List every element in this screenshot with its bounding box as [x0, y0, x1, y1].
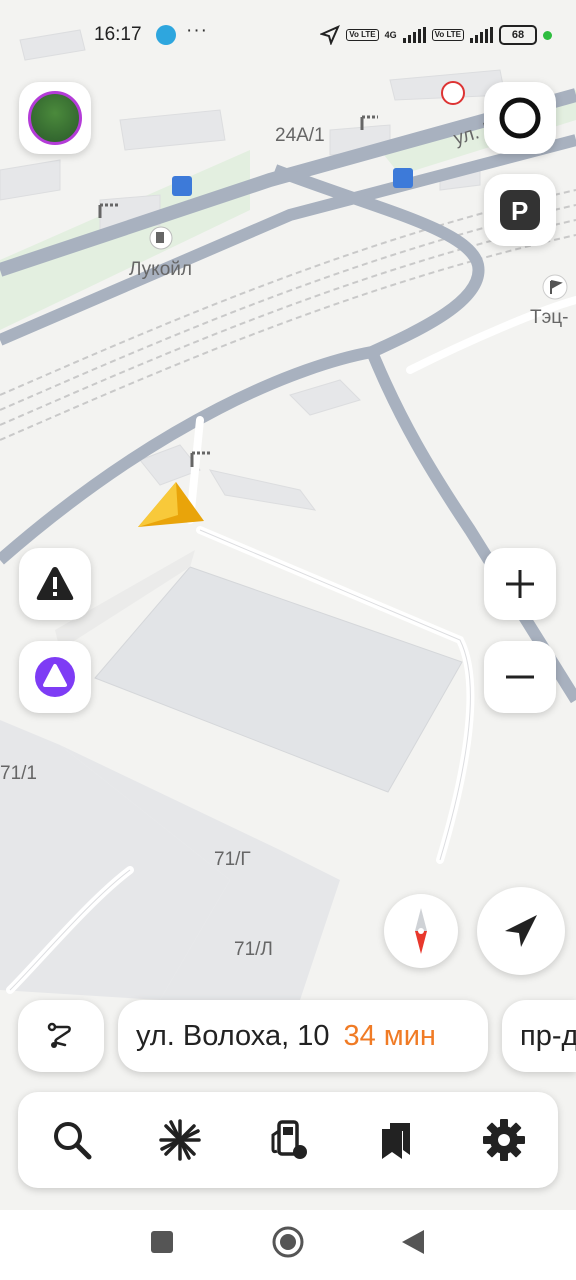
back-button-icon[interactable] — [400, 1228, 426, 1256]
gas-station-button[interactable] — [258, 1110, 318, 1170]
bottom-toolbar — [18, 1092, 558, 1188]
building-label-24a1: 24А/1 — [275, 125, 325, 146]
route-options-button[interactable] — [18, 1000, 104, 1072]
building-label-71l: 71/Л — [234, 939, 273, 960]
settings-button[interactable] — [474, 1110, 534, 1170]
alice-icon — [35, 657, 75, 697]
report-incident-button[interactable] — [19, 548, 91, 620]
location-icon — [320, 25, 341, 45]
my-location-button[interactable] — [477, 887, 565, 975]
more-notifications-icon: ··· — [186, 20, 208, 41]
route-address: ул. Волоха, 10 — [136, 1019, 330, 1052]
search-button[interactable] — [42, 1110, 102, 1170]
bookmarks-button[interactable] — [366, 1110, 426, 1170]
building-label-71-1: 71/1 — [0, 763, 37, 784]
navigation-arrow-icon — [505, 915, 537, 947]
network-type: 4G — [384, 30, 397, 40]
volte-icon-2: Vo LTE — [431, 29, 464, 41]
alice-assistant-button[interactable] — [19, 641, 91, 713]
parking-button[interactable]: P — [484, 174, 556, 246]
profile-avatar-button[interactable] — [19, 82, 91, 154]
telegram-icon — [156, 25, 176, 45]
route-chip-second[interactable]: пр-д — [502, 1000, 576, 1072]
building-label-71g: 71/Г — [214, 849, 251, 870]
compass-button[interactable] — [384, 894, 458, 968]
privacy-indicator-icon — [543, 30, 552, 40]
status-bar: 16:17 ··· Vo LTE 4G Vo LTE 68 — [0, 0, 576, 70]
poi-label-tets: Тэц- — [530, 307, 569, 328]
fuel-icon — [271, 1120, 307, 1159]
route-chip-volokha[interactable]: ул. Волоха, 10 34 мин — [118, 1000, 488, 1072]
battery-icon: 68 — [499, 25, 537, 45]
parking-icon: P — [500, 190, 540, 230]
poi-label-lukoil: Лукойл — [129, 259, 192, 280]
route-icon — [47, 1022, 71, 1048]
status-time: 16:17 — [94, 24, 142, 45]
layers-circle-icon — [499, 97, 541, 139]
recents-button-icon[interactable] — [150, 1230, 174, 1254]
discovery-button[interactable] — [150, 1110, 210, 1170]
svg-text:P: P — [511, 196, 528, 226]
home-button-icon[interactable] — [271, 1225, 305, 1259]
gear-icon — [483, 1119, 525, 1161]
signal-icon — [402, 27, 426, 43]
route-address-2: пр-д — [520, 1019, 576, 1052]
volte-icon: Vo LTE — [346, 29, 379, 41]
avatar — [28, 91, 82, 145]
sparkle-icon — [159, 1119, 201, 1161]
zoom-in-button[interactable] — [484, 548, 556, 620]
search-icon — [54, 1122, 92, 1160]
plus-icon — [506, 570, 534, 598]
signal-icon-2 — [470, 27, 493, 43]
layers-button[interactable] — [484, 82, 556, 154]
zoom-out-button[interactable] — [484, 641, 556, 713]
minus-icon — [506, 675, 534, 679]
route-eta: 34 мин — [343, 1019, 436, 1052]
warning-icon — [36, 567, 74, 600]
compass-icon — [415, 908, 427, 954]
bookmarks-icon — [382, 1123, 410, 1159]
system-navigation-bar — [0, 1210, 576, 1280]
